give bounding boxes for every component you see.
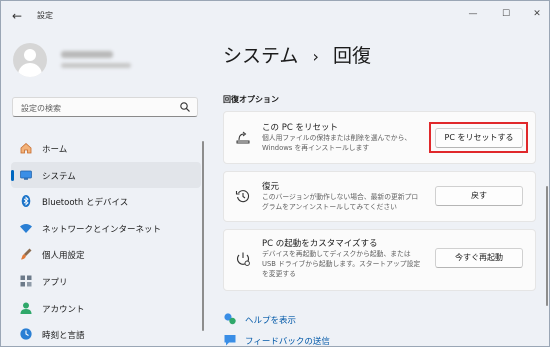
sidebar-item-apps[interactable]: アプリ (11, 268, 201, 295)
user-profile[interactable] (11, 43, 201, 79)
advanced-startup-card: PC の起動をカスタマイズする デバイスを再起動してディスクから起動、または U… (223, 229, 536, 291)
search-icon (180, 102, 190, 112)
minimize-button[interactable]: — (459, 5, 487, 23)
apps-icon (20, 275, 32, 287)
help-icon (224, 313, 236, 325)
card-description: このバージョンが動作しない場合、最新の更新プロ グラムをアンインストールしてみて… (262, 193, 419, 211)
feedback-icon (224, 335, 236, 346)
sidebar-item-label: 個人用設定 (42, 251, 85, 262)
sidebar-item-home[interactable]: ホーム (11, 135, 201, 162)
sidebar-nav: ホーム システム Bluetooth とデバイス ネットワークとインターネット (11, 135, 201, 346)
title-bar: ← 設定 — ☐ ✕ (1, 1, 549, 31)
back-arrow-icon[interactable]: ← (9, 8, 25, 24)
history-restore-icon (235, 190, 250, 203)
sidebar-item-bluetooth[interactable]: Bluetooth とデバイス (11, 188, 201, 215)
breadcrumb-separator: › (312, 47, 319, 66)
sidebar-item-system[interactable]: システム (11, 161, 201, 189)
system-icon (20, 170, 32, 180)
card-description: 個人用ファイルの保持または削除を選んでから、 Windows を再インストールし… (262, 134, 412, 152)
sidebar-item-label: 時刻と言語 (42, 331, 85, 342)
search-placeholder: 設定の検索 (21, 104, 61, 113)
sidebar-item-label: ネットワークとインターネット (42, 224, 162, 235)
main-scrollbar[interactable] (546, 186, 548, 306)
breadcrumb-current: 回復 (332, 45, 371, 67)
time-language-icon (20, 328, 32, 340)
wifi-icon (20, 223, 32, 233)
card-description: デバイスを再起動してディスクから起動、または USB ドライブから起動します。ス… (262, 250, 421, 278)
brush-icon (21, 248, 32, 260)
sidebar-item-label: アプリ (42, 277, 68, 288)
home-icon (20, 142, 32, 154)
card-title: PC の起動をカスタマイズする (262, 239, 378, 249)
sidebar-item-accounts[interactable]: アカウント (11, 295, 201, 322)
section-title: 回復オプション (223, 95, 279, 104)
breadcrumb: システム › 回復 (223, 41, 371, 68)
highlight-annotation (429, 122, 528, 153)
settings-window: ← 設定 — ☐ ✕ 設定の検索 ホーム システム Bluetooth とデバイ… (0, 0, 550, 347)
card-title: 復元 (262, 182, 280, 192)
sidebar-item-label: Bluetooth とデバイス (42, 198, 129, 209)
sidebar-item-label: システム (42, 171, 76, 182)
sidebar-item-label: アカウント (42, 304, 85, 315)
profile-name-blurred (61, 51, 113, 58)
sidebar-item-time-language[interactable]: 時刻と言語 (11, 321, 201, 346)
settings-search-box[interactable]: 設定の検索 (12, 97, 198, 117)
close-button[interactable]: ✕ (523, 5, 549, 23)
sidebar-item-network[interactable]: ネットワークとインターネット (11, 215, 201, 242)
go-back-card: 復元 このバージョンが動作しない場合、最新の更新プロ グラムをアンインストールし… (223, 171, 536, 222)
go-back-button[interactable]: 戻す (435, 186, 523, 206)
breadcrumb-parent[interactable]: システム (223, 45, 298, 67)
card-title: この PC をリセット (262, 123, 338, 133)
bluetooth-icon (21, 195, 31, 208)
sidebar-item-personalization[interactable]: 個人用設定 (11, 241, 201, 268)
restart-now-button[interactable]: 今すぐ再起動 (435, 248, 523, 268)
sidebar-scrollbar[interactable] (202, 141, 204, 331)
get-help-label: ヘルプを表示 (245, 316, 297, 326)
advanced-startup-icon (236, 252, 250, 266)
sidebar-item-label: ホーム (42, 145, 68, 155)
maximize-button[interactable]: ☐ (492, 5, 520, 23)
profile-email-blurred (61, 63, 131, 68)
app-title: 設定 (37, 11, 53, 20)
give-feedback-label: フィードバックの送信 (245, 337, 330, 347)
account-icon (20, 302, 32, 314)
reset-pc-icon (236, 131, 250, 144)
avatar (13, 43, 47, 77)
